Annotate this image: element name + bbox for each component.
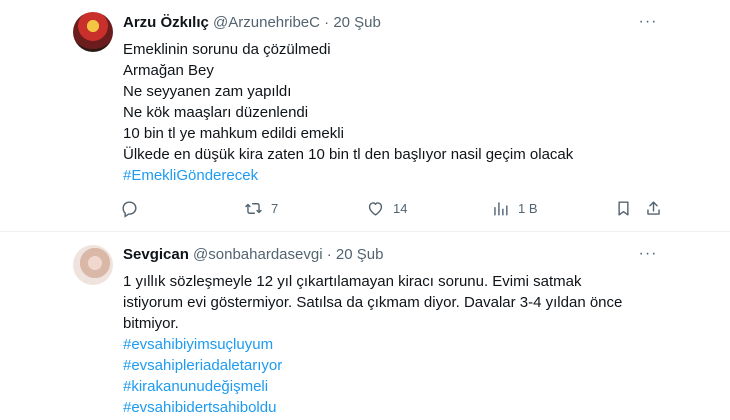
tweet-line: 10 bin tl ye mahkum edildi emekli	[123, 125, 344, 142]
more-options-icon[interactable]: ···	[636, 12, 660, 32]
views-count: 1 B	[518, 200, 538, 216]
author-name[interactable]: Arzu Özkılıç	[123, 14, 209, 31]
tweet-date[interactable]: 20 Şub	[336, 246, 384, 263]
tweet-header: Sevgican @sonbahardasevgi · 20 Şub	[123, 245, 383, 265]
avatar[interactable]	[73, 12, 113, 52]
retweet-count: 7	[271, 200, 279, 216]
tweet-text: 1 yıllık sözleşmeyle 12 yıl çıkartılamay…	[123, 271, 663, 418]
tweet-line: Ülkede en düşük kira zaten 10 bin tl den…	[123, 146, 574, 163]
reply-icon	[122, 200, 137, 218]
like-button[interactable]: 14	[366, 196, 407, 220]
tweet-actions: 7 14 1 B	[120, 196, 665, 220]
tweet[interactable]: Arzu Özkılıç @ArzunehribeC · 20 Şub ··· …	[0, 0, 730, 232]
retweet-icon	[245, 202, 262, 214]
hashtag-link[interactable]: #evsahibiyimsuçluyum	[123, 334, 663, 355]
tweet[interactable]: Sevgican @sonbahardasevgi · 20 Şub ··· 1…	[0, 232, 730, 420]
tweet-text: Emeklinin sorunu da çözülmedi Armağan Be…	[123, 39, 663, 186]
tweet-line: Ne kök maaşları düzenlendi	[123, 104, 309, 121]
author-handle[interactable]: @sonbahardasevgi	[193, 246, 322, 263]
more-options-icon[interactable]: ···	[636, 244, 660, 264]
share-button[interactable]	[644, 196, 663, 220]
views-button[interactable]: 1 B	[491, 196, 538, 220]
hashtag-link[interactable]: #evsahipleriadaletarıyor	[123, 355, 663, 376]
tweet-line: 1 yıllık sözleşmeyle 12 yıl çıkartılamay…	[123, 273, 582, 290]
author-handle[interactable]: @ArzunehribeC	[213, 14, 320, 31]
bookmark-button[interactable]	[614, 196, 633, 220]
hashtag-link[interactable]: #EmekliGönderecek	[123, 165, 663, 186]
share-icon	[647, 200, 660, 215]
tweet-line: istiyorum evi göstermiyor. Satılsa da çı…	[123, 294, 623, 311]
separator-dot: ·	[324, 14, 330, 31]
avatar[interactable]	[73, 245, 113, 285]
tweet-line: Emeklinin sorunu da çözülmedi	[123, 41, 331, 58]
heart-icon	[368, 201, 383, 216]
tweet-header: Arzu Özkılıç @ArzunehribeC · 20 Şub	[123, 13, 381, 33]
separator-dot: ·	[326, 246, 332, 263]
hashtag-link[interactable]: #evsahibidertsahiboldu	[123, 397, 663, 418]
tweet-line: bitmiyor.	[123, 315, 179, 332]
tweet-line: Ne seyyanen zam yapıldı	[123, 83, 292, 100]
retweet-button[interactable]: 7	[244, 196, 278, 220]
bookmark-icon	[618, 200, 629, 216]
reply-button[interactable]	[120, 196, 147, 220]
tweet-line: Armağan Bey	[123, 62, 214, 79]
author-name[interactable]: Sevgican	[123, 246, 189, 263]
views-icon	[494, 201, 508, 216]
hashtag-link[interactable]: #kirakanunudeğişmeli	[123, 376, 663, 397]
tweet-date[interactable]: 20 Şub	[333, 14, 381, 31]
like-count: 14	[393, 200, 408, 216]
